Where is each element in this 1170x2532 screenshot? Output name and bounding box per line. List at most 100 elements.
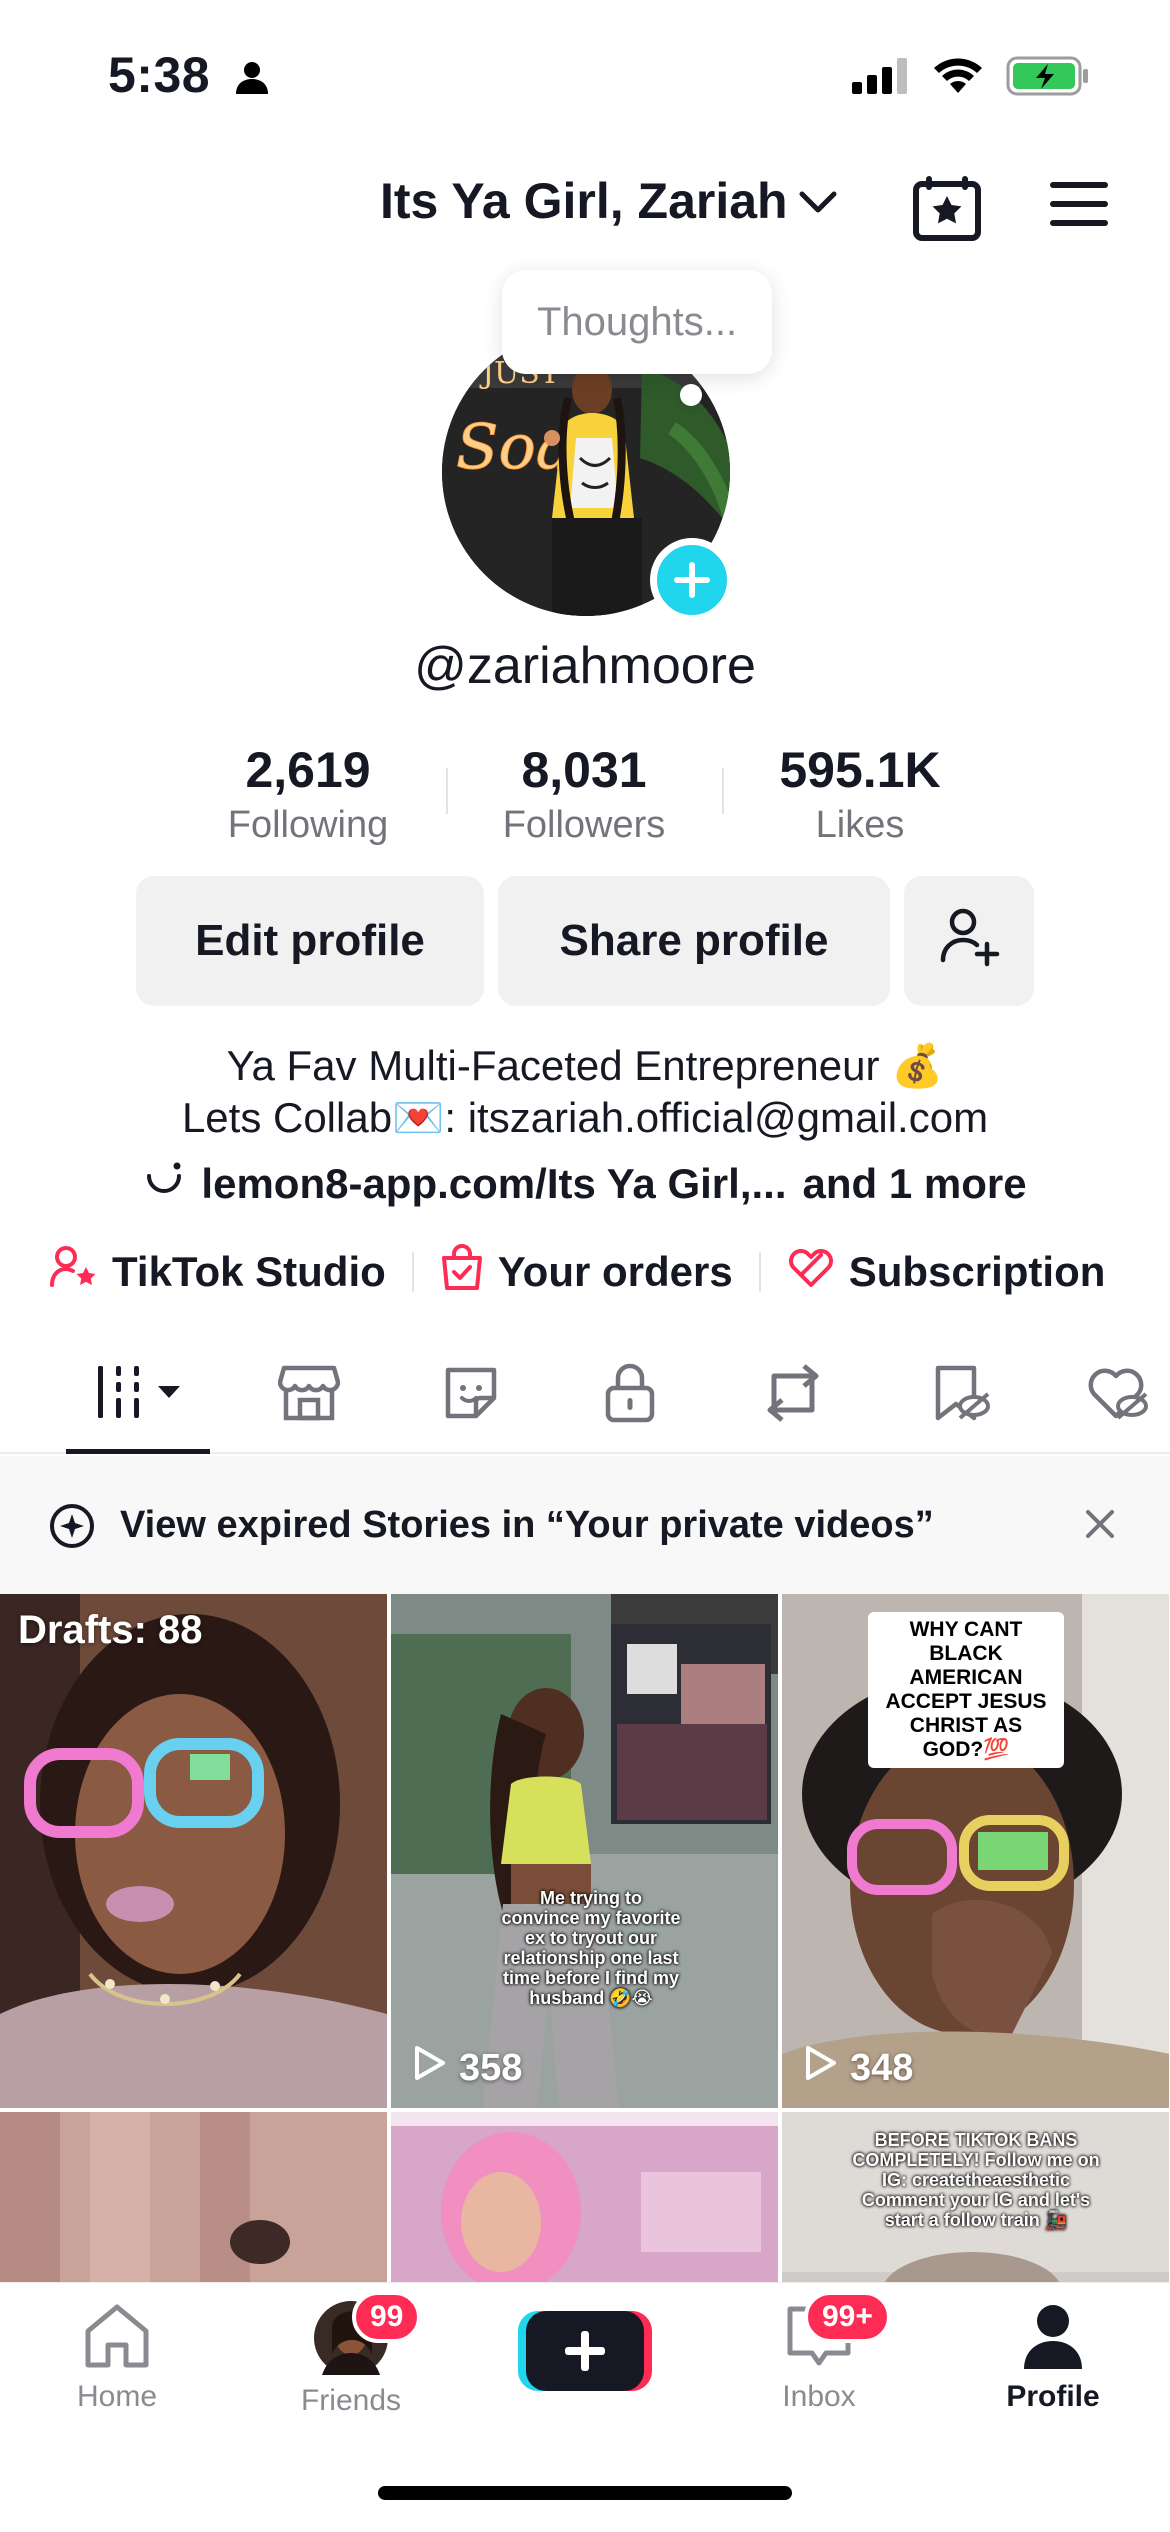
view-count: 358 bbox=[413, 2044, 522, 2092]
followers-count: 8,031 bbox=[521, 742, 647, 798]
stat-followers[interactable]: 8,031 Followers bbox=[464, 740, 704, 847]
tab-reposts[interactable] bbox=[760, 1362, 826, 1429]
add-story-button[interactable] bbox=[650, 538, 734, 622]
repost-icon bbox=[760, 1364, 826, 1428]
notice-text: View expired Stories in “Your private vi… bbox=[120, 1503, 934, 1546]
add-friends-button[interactable] bbox=[904, 876, 1034, 1006]
your-orders-link[interactable]: Your orders bbox=[440, 1244, 733, 1300]
chevron-down-icon bbox=[798, 172, 838, 230]
profile-header: Its Ya Girl, Zariah bbox=[0, 160, 1170, 250]
heart-hidden-icon bbox=[1086, 1368, 1152, 1428]
subscription-heart-icon bbox=[787, 1245, 835, 1299]
video-thumbnail bbox=[391, 1594, 778, 2108]
video-tile[interactable]: BEFORE TIKTOK BANS COMPLETELY! Follow me… bbox=[782, 2112, 1169, 2284]
followers-label: Followers bbox=[502, 804, 666, 846]
active-tab-indicator bbox=[66, 1449, 210, 1454]
thought-bubble[interactable]: Thoughts... bbox=[502, 270, 772, 374]
bio-link-more: and 1 more bbox=[802, 1160, 1027, 1207]
view-count-value: 358 bbox=[459, 2046, 523, 2089]
home-indicator bbox=[378, 2486, 792, 2500]
status-bar: 5:38 bbox=[0, 0, 1170, 150]
account-name: Its Ya Girl, Zariah bbox=[380, 173, 788, 229]
nav-inbox-label: Inbox bbox=[782, 2380, 856, 2413]
video-thumbnail bbox=[0, 2112, 387, 2284]
tab-favorites[interactable] bbox=[930, 1362, 992, 1429]
following-label: Following bbox=[227, 804, 389, 846]
share-profile-label: Share profile bbox=[559, 916, 829, 965]
quick-links: TikTok Studio Your orders Subscription bbox=[50, 1244, 1105, 1300]
subscription-label: Subscription bbox=[848, 1248, 1106, 1295]
person-plus-icon bbox=[937, 904, 1001, 979]
divider bbox=[411, 1252, 414, 1292]
friends-badge: 99 bbox=[352, 2291, 422, 2343]
play-icon bbox=[804, 2044, 838, 2092]
tiktok-studio-link[interactable]: TikTok Studio bbox=[50, 1245, 386, 1299]
person-icon bbox=[234, 60, 270, 101]
video-caption: Me trying to convince my favorite ex to … bbox=[501, 1888, 681, 2008]
thought-placeholder: Thoughts... bbox=[536, 299, 738, 344]
cellular-signal-icon bbox=[852, 58, 910, 99]
video-caption: BEFORE TIKTOK BANS COMPLETELY! Follow me… bbox=[852, 2130, 1100, 2230]
edit-profile-button[interactable]: Edit profile bbox=[136, 876, 484, 1006]
video-caption: WHY CANT BLACK AMERICAN ACCEPT JESUS CHR… bbox=[868, 1612, 1064, 1768]
tab-private[interactable] bbox=[602, 1362, 658, 1429]
bio-link-text: lemon8-app.com/Its Ya Girl,... bbox=[201, 1160, 787, 1207]
storefront-icon bbox=[277, 1365, 341, 1428]
drafts-count: Drafts: 88 bbox=[18, 1608, 203, 1652]
likes-count: 595.1K bbox=[779, 742, 941, 798]
following-count: 2,619 bbox=[245, 742, 371, 798]
tiktok-studio-label: TikTok Studio bbox=[112, 1248, 386, 1295]
edit-profile-label: Edit profile bbox=[195, 916, 425, 965]
videos-grid-icon bbox=[94, 1366, 186, 1426]
tab-videos[interactable] bbox=[94, 1362, 186, 1427]
video-tile[interactable] bbox=[0, 2112, 387, 2284]
tab-shop[interactable] bbox=[277, 1362, 341, 1429]
menu-icon[interactable] bbox=[1050, 180, 1110, 233]
expired-stories-notice[interactable]: View expired Stories in “Your private vi… bbox=[0, 1456, 1170, 1594]
close-icon[interactable] bbox=[1082, 1506, 1118, 1547]
create-button[interactable] bbox=[518, 2307, 652, 2395]
nav-home[interactable]: Home bbox=[32, 2301, 202, 2414]
thought-bubble-tail bbox=[680, 384, 702, 406]
friends-avatar bbox=[314, 2301, 388, 2379]
stat-divider bbox=[722, 768, 724, 814]
bio-link[interactable]: lemon8-app.com/Its Ya Girl,... and 1 mor… bbox=[0, 1158, 1170, 1210]
status-time: 5:38 bbox=[108, 47, 211, 103]
video-tile[interactable]: Me trying to convince my favorite ex to … bbox=[391, 1594, 778, 2108]
username: @zariahmoore bbox=[414, 637, 756, 695]
tab-liked[interactable] bbox=[1086, 1362, 1152, 1429]
bio-line-2: Lets Collab💌: itszariah.official@gmail.c… bbox=[181, 1094, 989, 1141]
video-tile[interactable] bbox=[391, 2112, 778, 2284]
lock-icon bbox=[602, 1363, 658, 1428]
nav-profile[interactable]: Profile bbox=[968, 2301, 1138, 2414]
sparkle-circle-icon bbox=[48, 1502, 96, 1555]
stat-likes[interactable]: 595.1K Likes bbox=[740, 740, 980, 847]
drafts-thumbnail bbox=[0, 1594, 387, 2108]
account-switcher[interactable]: Its Ya Girl, Zariah bbox=[380, 172, 838, 230]
inbox-message-icon bbox=[782, 2306, 856, 2375]
share-profile-button[interactable]: Share profile bbox=[498, 876, 890, 1006]
likes-label: Likes bbox=[815, 804, 905, 846]
content-tabs bbox=[0, 1340, 1170, 1454]
link-icon bbox=[143, 1158, 185, 1210]
nav-home-label: Home bbox=[76, 2380, 158, 2413]
profile-person-icon bbox=[1016, 2305, 1090, 2375]
stat-following[interactable]: 2,619 Following bbox=[188, 740, 428, 847]
wifi-icon bbox=[932, 57, 984, 100]
view-count-value: 348 bbox=[850, 2046, 914, 2089]
home-icon bbox=[80, 2304, 154, 2375]
stat-divider bbox=[446, 768, 448, 814]
divider bbox=[758, 1252, 761, 1292]
tab-stickers[interactable] bbox=[440, 1362, 502, 1429]
nav-friends-label: Friends bbox=[300, 2384, 402, 2417]
bio-line-1: Ya Fav Multi-Faceted Entrepreneur 💰 bbox=[226, 1042, 944, 1089]
video-tile[interactable]: WHY CANT BLACK AMERICAN ACCEPT JESUS CHR… bbox=[782, 1594, 1169, 2108]
subscription-link[interactable]: Subscription bbox=[787, 1245, 1106, 1299]
play-icon bbox=[413, 2044, 447, 2092]
view-count: 348 bbox=[804, 2044, 913, 2092]
video-thumbnail bbox=[391, 2112, 778, 2284]
your-orders-label: Your orders bbox=[497, 1248, 733, 1295]
bookmark-hidden-icon bbox=[930, 1365, 992, 1428]
calendar-star-icon[interactable] bbox=[912, 174, 984, 247]
drafts-tile[interactable]: Drafts: 88 bbox=[0, 1594, 387, 2108]
